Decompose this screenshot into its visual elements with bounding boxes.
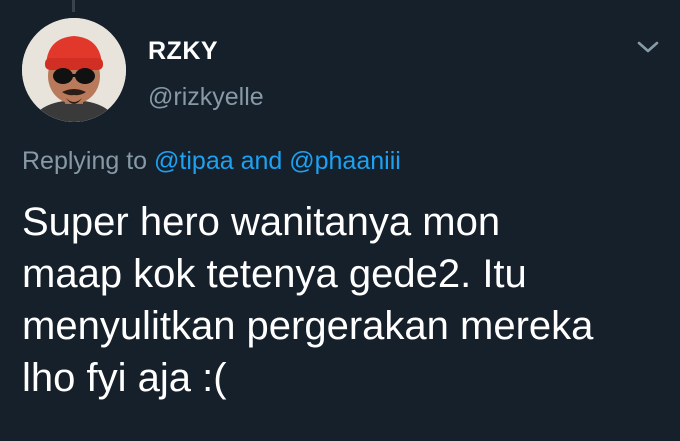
avatar[interactable] bbox=[22, 18, 126, 122]
tweet-text-line: lho fyi aja :( bbox=[22, 356, 227, 400]
thread-connector-line bbox=[72, 0, 75, 12]
mention-link-phaaniii[interactable]: @phaaniii bbox=[289, 147, 401, 175]
display-name[interactable]: RZKY bbox=[148, 36, 218, 66]
tweet-text-line: maap kok tetenya gede2. Itu bbox=[22, 252, 527, 296]
replying-to-label: Replying to bbox=[22, 147, 148, 175]
replying-to-line: Replying to @tipaa and @phaaniii bbox=[22, 146, 401, 176]
username[interactable]: @rizkyelle bbox=[148, 82, 264, 112]
mention-link-tipaa[interactable]: @tipaa bbox=[154, 147, 234, 175]
tweet-text-line: menyulitkan pergerakan mereka bbox=[22, 304, 594, 348]
tweet-text: Super hero wanitanya mon maap kok teteny… bbox=[22, 196, 662, 404]
more-options-button[interactable] bbox=[632, 34, 664, 60]
tweet-card: RZKY @rizkyelle Replying to @tipaa and @… bbox=[0, 0, 680, 441]
avatar-photo bbox=[22, 18, 126, 122]
tweet-text-line: Super hero wanitanya mon bbox=[22, 200, 501, 244]
mention-conjunction[interactable]: and bbox=[241, 147, 283, 175]
chevron-down-icon bbox=[637, 41, 659, 53]
